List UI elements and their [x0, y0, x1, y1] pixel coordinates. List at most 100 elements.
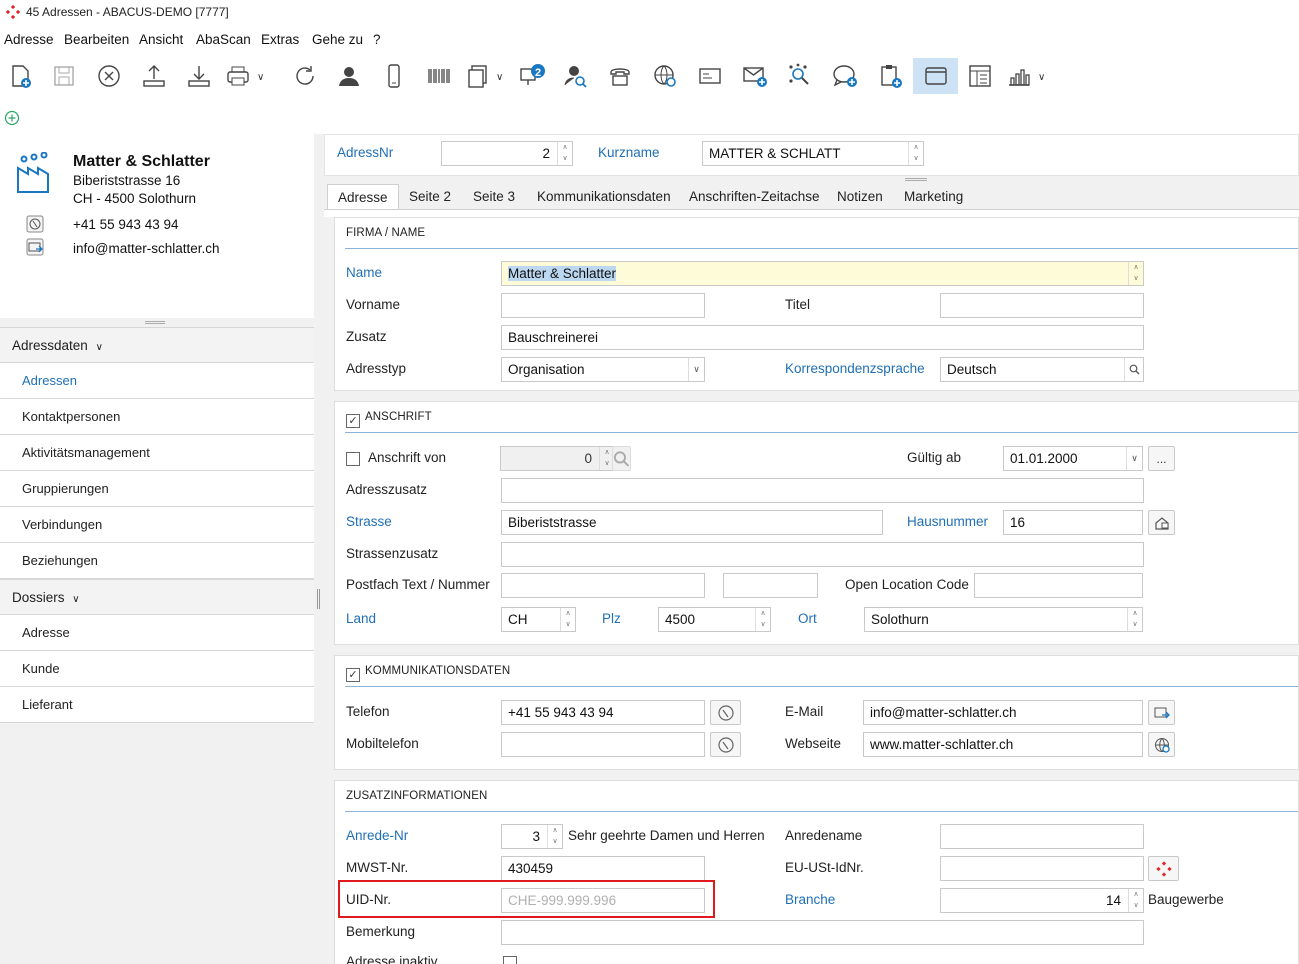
- tab-seite-3[interactable]: Seite 3: [463, 184, 525, 210]
- menu-extras[interactable]: Extras: [261, 32, 299, 47]
- person-search-icon[interactable]: [557, 58, 593, 94]
- cancel-icon[interactable]: [91, 58, 127, 94]
- postfach-nummer-field[interactable]: [723, 573, 818, 598]
- tab-kommunikationsdaten[interactable]: Kommunikationsdaten: [527, 184, 681, 210]
- anrede-nr-field[interactable]: 3 ∧ ∨: [501, 824, 563, 849]
- card-icon[interactable]: [692, 58, 728, 94]
- adresszusatz-field[interactable]: [501, 478, 1144, 503]
- land-spinner[interactable]: ∧ ∨: [560, 608, 575, 631]
- menu-gehe-zu[interactable]: Gehe zu: [312, 32, 363, 47]
- menu-bearbeiten[interactable]: Bearbeiten: [64, 32, 129, 47]
- print-icon[interactable]: [220, 58, 256, 94]
- panel-splitter[interactable]: [314, 134, 324, 964]
- kurzname-field[interactable]: MATTER & SCHLATT ∧ ∨: [702, 141, 924, 166]
- telefon-field[interactable]: +41 55 943 43 94: [501, 700, 705, 725]
- nav-item-kunde[interactable]: Kunde: [0, 651, 314, 687]
- postfach-text-field[interactable]: [501, 573, 705, 598]
- menu-ansicht[interactable]: Ansicht: [139, 32, 183, 47]
- nav-item-aktivitaetsmanagement[interactable]: Aktivitätsmanagement: [0, 435, 314, 471]
- documents-dropdown-icon[interactable]: ∨: [496, 72, 503, 83]
- phone-icon[interactable]: [602, 58, 638, 94]
- search-icon[interactable]: [1124, 358, 1143, 381]
- anrede-nr-spinner[interactable]: ∧ ∨: [547, 825, 562, 848]
- download-icon[interactable]: [181, 58, 217, 94]
- phone-dial-icon[interactable]: [710, 732, 741, 757]
- chart-icon[interactable]: [1001, 58, 1037, 94]
- nav-item-gruppierungen[interactable]: Gruppierungen: [0, 471, 314, 507]
- tab-adresse[interactable]: Adresse: [327, 184, 399, 210]
- hausnummer-field[interactable]: 16: [1003, 510, 1143, 535]
- menu-adresse[interactable]: Adresse: [4, 32, 54, 47]
- anschrift-checkbox[interactable]: ✓: [346, 414, 360, 428]
- name-spinner[interactable]: ∧ ∨: [1128, 262, 1143, 285]
- zusatz-field[interactable]: Bauschreinerei: [501, 325, 1144, 350]
- web-search-icon[interactable]: [647, 58, 683, 94]
- kurzname-spinner[interactable]: ∧ ∨: [908, 142, 923, 165]
- barcode-icon[interactable]: [421, 58, 457, 94]
- house-address-icon[interactable]: [1148, 510, 1175, 535]
- phone-icon[interactable]: [26, 215, 44, 233]
- nav-section-adressdaten[interactable]: Adressdaten ∨: [0, 327, 314, 363]
- notes-icon[interactable]: 2: [514, 58, 550, 94]
- strasse-field[interactable]: Biberiststrasse: [501, 510, 883, 535]
- nav-item-adressen[interactable]: Adressen: [0, 363, 314, 399]
- clipboard-add-icon[interactable]: [872, 58, 908, 94]
- splitter-grip[interactable]: [317, 589, 320, 609]
- webseite-field[interactable]: www.matter-schlatter.ch: [863, 732, 1143, 757]
- plz-field[interactable]: 4500 ∧ ∨: [658, 607, 771, 632]
- menu-help[interactable]: ?: [373, 32, 381, 47]
- branche-field[interactable]: 14 ∧ ∨: [940, 888, 1144, 913]
- vorname-field[interactable]: [501, 293, 705, 318]
- nav-item-verbindungen[interactable]: Verbindungen: [0, 507, 314, 543]
- adresse-inaktiv-checkbox[interactable]: [503, 956, 517, 964]
- add-circle-icon[interactable]: [4, 110, 20, 126]
- name-field[interactable]: Matter & Schlatter ∧ ∨: [501, 261, 1144, 286]
- mobiltelefon-field[interactable]: [501, 732, 705, 757]
- refresh-icon[interactable]: [287, 58, 323, 94]
- chevron-down-icon[interactable]: ∨: [688, 358, 704, 381]
- land-field[interactable]: CH ∧ ∨: [501, 607, 576, 632]
- tab-seite-2[interactable]: Seite 2: [399, 184, 461, 210]
- nav-item-adresse[interactable]: Adresse: [0, 615, 314, 651]
- nav-section-dossiers[interactable]: Dossiers ∨: [0, 579, 314, 615]
- adressnr-field[interactable]: 2 ∧ ∨: [441, 141, 573, 166]
- korrespondenzsprache-field[interactable]: Deutsch: [940, 357, 1144, 382]
- adressnr-spinner[interactable]: ∧ ∨: [557, 142, 572, 165]
- anschrift-von-checkbox[interactable]: [346, 452, 360, 466]
- upload-icon[interactable]: [136, 58, 172, 94]
- card-resize-handle[interactable]: [145, 321, 165, 324]
- chevron-down-icon[interactable]: ∨: [1126, 447, 1142, 470]
- email-field[interactable]: info@matter-schlatter.ch: [863, 700, 1143, 725]
- network-search-icon[interactable]: [782, 58, 818, 94]
- header-resize-handle[interactable]: [905, 178, 927, 181]
- abacus-check-icon[interactable]: [1148, 856, 1179, 881]
- tab-marketing[interactable]: Marketing: [894, 184, 973, 210]
- mobile-icon[interactable]: [376, 58, 412, 94]
- save-icon[interactable]: [46, 58, 82, 94]
- titel-field[interactable]: [940, 293, 1144, 318]
- chat-add-icon[interactable]: [827, 58, 863, 94]
- tab-anschriften-zeitachse[interactable]: Anschriften-Zeitachse: [679, 184, 830, 210]
- adresstyp-select[interactable]: Organisation ∨: [501, 357, 705, 382]
- gueltig-ab-field[interactable]: 01.01.2000 ∨: [1003, 446, 1143, 471]
- email-send-icon[interactable]: [26, 238, 44, 256]
- bemerkung-field[interactable]: [501, 920, 1144, 945]
- contact-icon[interactable]: [331, 58, 367, 94]
- new-document-icon[interactable]: [2, 58, 38, 94]
- mwst-nr-field[interactable]: 430459: [501, 856, 705, 881]
- branche-spinner[interactable]: ∧ ∨: [1128, 889, 1143, 912]
- phone-dial-icon[interactable]: [710, 700, 741, 725]
- ort-spinner[interactable]: ∧ ∨: [1127, 608, 1142, 631]
- anredename-field[interactable]: [940, 824, 1144, 849]
- menu-abascan[interactable]: AbaScan: [196, 32, 251, 47]
- nav-item-lieferant[interactable]: Lieferant: [0, 687, 314, 723]
- print-dropdown-icon[interactable]: ∨: [257, 72, 264, 83]
- kommunikation-checkbox[interactable]: ✓: [346, 668, 360, 682]
- documents-icon[interactable]: [460, 58, 496, 94]
- mail-add-icon[interactable]: [737, 58, 773, 94]
- plz-spinner[interactable]: ∧ ∨: [755, 608, 770, 631]
- globe-icon[interactable]: [1148, 732, 1175, 757]
- strassenzusatz-field[interactable]: [501, 542, 1144, 567]
- chart-dropdown-icon[interactable]: ∨: [1038, 72, 1045, 83]
- ort-field[interactable]: Solothurn ∧ ∨: [864, 607, 1143, 632]
